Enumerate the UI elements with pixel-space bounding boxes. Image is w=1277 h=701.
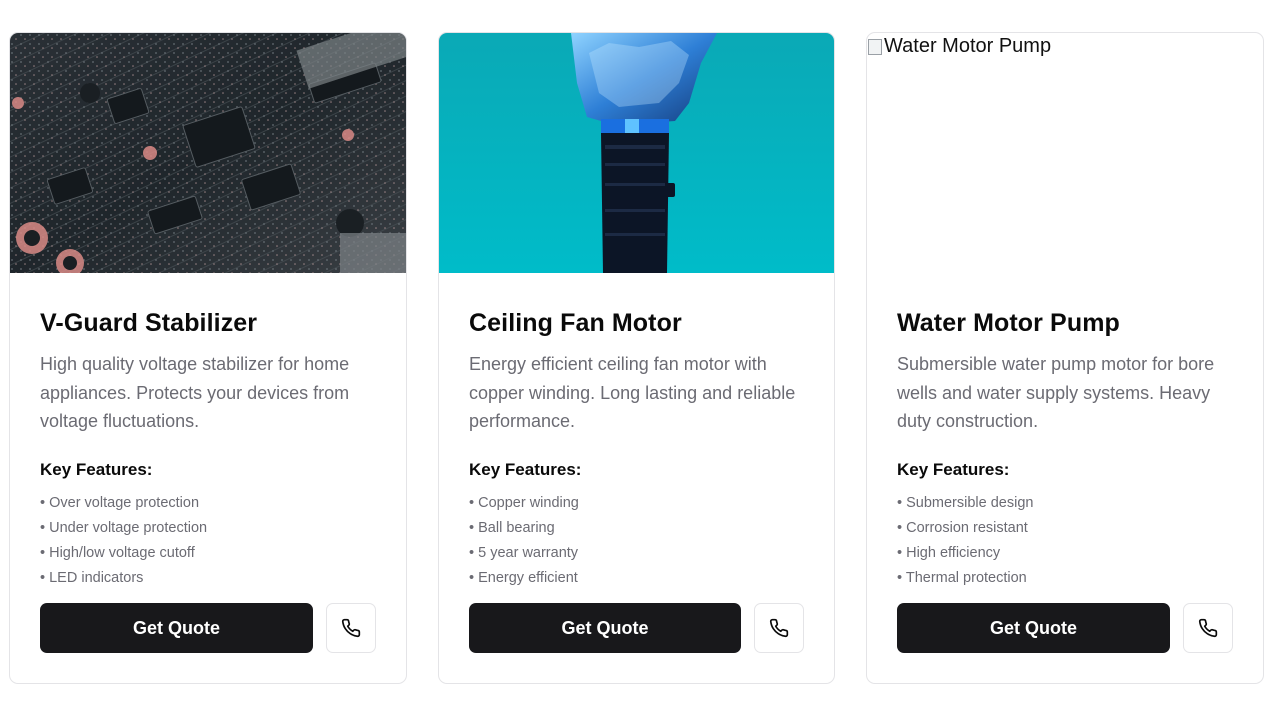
product-card: Water Motor Pump Water Motor Pump Submer… — [866, 32, 1264, 684]
phone-icon — [769, 618, 789, 638]
product-image — [10, 33, 406, 273]
product-card: V-Guard Stabilizer High quality voltage … — [9, 32, 407, 684]
product-description: Energy efficient ceiling fan motor with … — [469, 354, 796, 431]
circuit-board-image — [10, 33, 406, 273]
phone-icon — [341, 618, 361, 638]
card-actions: Get Quote — [469, 603, 804, 653]
call-button[interactable] — [754, 603, 804, 653]
feature-item: High/low voltage cutoff — [40, 541, 376, 566]
key-features-heading: Key Features: — [897, 460, 1010, 479]
call-button[interactable] — [1183, 603, 1233, 653]
feature-item: High efficiency — [897, 541, 1233, 566]
product-description: High quality voltage stabilizer for home… — [40, 354, 350, 431]
product-title: V-Guard Stabilizer — [40, 309, 258, 337]
features-list: Submersible design Corrosion resistant H… — [897, 491, 1233, 591]
feature-item: 5 year warranty — [469, 541, 804, 566]
call-button[interactable] — [326, 603, 376, 653]
key-features-heading: Key Features: — [469, 460, 582, 479]
feature-item: Ball bearing — [469, 516, 804, 541]
broken-image: Water Motor Pump — [867, 33, 1051, 58]
feature-item: Energy efficient — [469, 566, 804, 591]
product-title: Ceiling Fan Motor — [469, 309, 682, 337]
product-image — [439, 33, 834, 273]
card-actions: Get Quote — [40, 603, 376, 653]
feature-item: Corrosion resistant — [897, 516, 1233, 541]
feature-item: Submersible design — [897, 491, 1233, 516]
feature-item: LED indicators — [40, 566, 376, 591]
phone-icon — [1198, 618, 1218, 638]
key-features-heading: Key Features: — [40, 460, 153, 479]
feature-item: Over voltage protection — [40, 491, 376, 516]
feature-item: Copper winding — [469, 491, 804, 516]
features-list: Over voltage protection Under voltage pr… — [40, 491, 376, 591]
product-grid: V-Guard Stabilizer High quality voltage … — [9, 32, 1264, 684]
product-title: Water Motor Pump — [897, 309, 1120, 337]
robotic-hand-image — [439, 33, 834, 273]
image-alt-text: Water Motor Pump — [884, 35, 1052, 57]
get-quote-button[interactable]: Get Quote — [897, 603, 1170, 653]
product-description: Submersible water pump motor for bore we… — [897, 354, 1215, 431]
feature-item: Under voltage protection — [40, 516, 376, 541]
feature-item: Thermal protection — [897, 566, 1233, 591]
card-actions: Get Quote — [897, 603, 1233, 653]
broken-image-icon — [868, 38, 882, 55]
product-image: Water Motor Pump — [867, 33, 1263, 273]
get-quote-button[interactable]: Get Quote — [40, 603, 313, 653]
get-quote-button[interactable]: Get Quote — [469, 603, 741, 653]
features-list: Copper winding Ball bearing 5 year warra… — [469, 491, 804, 591]
product-card: Ceiling Fan Motor Energy efficient ceili… — [438, 32, 835, 684]
